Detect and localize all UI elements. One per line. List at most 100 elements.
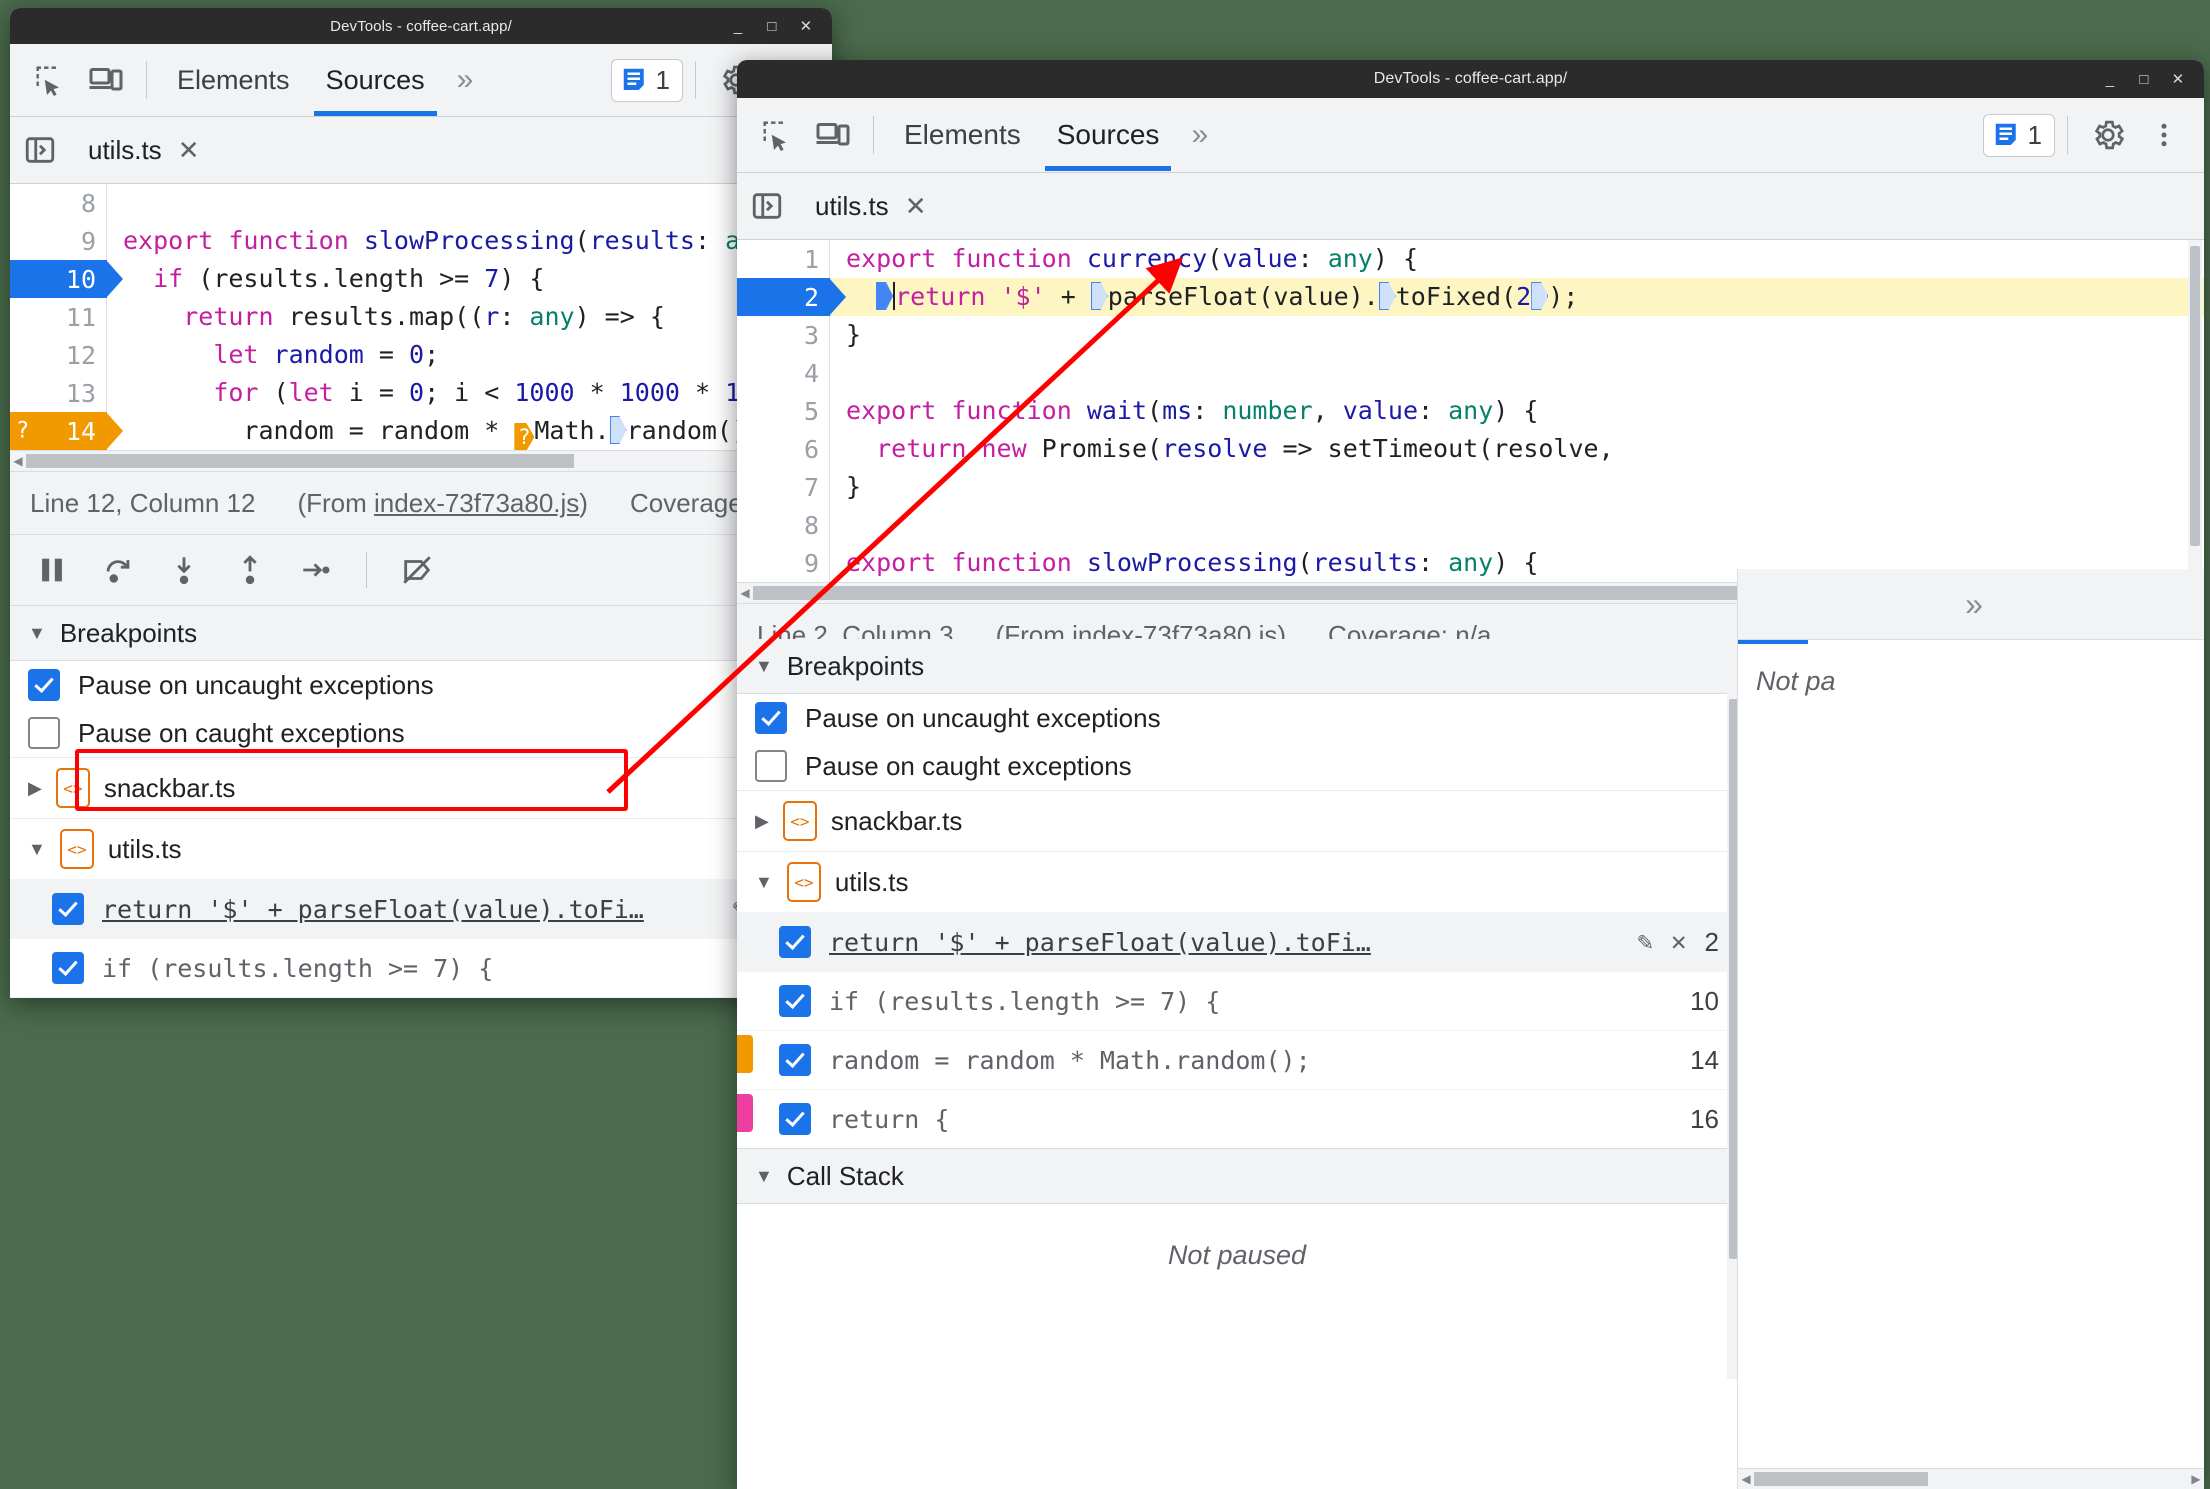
breakpoint-snippet[interactable]: random = random * Math.random(); (829, 1046, 1672, 1075)
breakpoint-row[interactable]: if (results.length >= 7) { 10 (10, 938, 832, 997)
code-text[interactable]: } (830, 468, 2204, 506)
call-stack-pane-header-front[interactable]: ▼ Call Stack (737, 1148, 1737, 1204)
code-text[interactable] (830, 354, 2204, 392)
pause-caught-row[interactable]: Pause on caught exceptions (737, 742, 1737, 790)
step-over-icon[interactable] (94, 546, 142, 594)
chevron-down-icon[interactable]: ▼ (755, 1166, 773, 1187)
pause-uncaught-row[interactable]: Pause on uncaught exceptions (10, 661, 832, 709)
code-text[interactable] (107, 184, 832, 222)
inspect-element-icon[interactable] (22, 52, 78, 108)
editor-horizontal-scrollbar-back[interactable]: ◀ (10, 450, 832, 471)
gutter-line-number[interactable]: 13 (10, 374, 107, 412)
step-into-icon[interactable] (160, 546, 208, 594)
edit-breakpoint-icon[interactable]: ✎ (1637, 927, 1653, 957)
breakpoint-row[interactable]: return '$' + parseFloat(value).toFi… ✎ ✕… (737, 912, 1737, 971)
code-editor-back[interactable]: 8 9 export function slowProcessing(result… (10, 184, 832, 450)
gutter-line-number[interactable]: 12 (10, 336, 107, 374)
code-text[interactable]: export function wait(ms: number, value: … (830, 392, 2204, 430)
breakpoint-row[interactable]: return '$' + parseFloat(value).toFi… ✎ ✕… (10, 879, 832, 938)
gutter-line-number[interactable]: 11 (10, 298, 107, 336)
file-tab-close-icon[interactable]: ✕ (178, 135, 200, 166)
maximize-icon[interactable]: □ (764, 19, 780, 34)
breakpoint-row[interactable]: random = random * Math.random(); 14 (10, 997, 832, 998)
file-tab-close-icon[interactable]: ✕ (905, 191, 927, 222)
minimize-icon[interactable]: _ (730, 19, 746, 34)
breakpoint-row[interactable]: return { 16 (737, 1089, 1737, 1148)
scroll-left-icon[interactable]: ◀ (1738, 1472, 1754, 1486)
code-editor-front[interactable]: 1 export function currency(value: any) { … (737, 240, 2204, 582)
chevron-down-icon[interactable]: ▼ (28, 839, 46, 860)
pause-caught-checkbox[interactable] (755, 750, 787, 782)
code-text[interactable]: } (830, 316, 2204, 354)
close-icon[interactable]: ✕ (2170, 72, 2186, 87)
breakpoint-snippet[interactable]: return '$' + parseFloat(value).toFi… (829, 928, 1619, 957)
pause-caught-checkbox[interactable] (28, 717, 60, 749)
breakpoint-group-utils[interactable]: ▼ <> utils.ts (737, 851, 1737, 912)
tab-sources[interactable]: Sources (308, 44, 443, 116)
gutter-line-number[interactable]: 6 (737, 430, 830, 468)
gutter-line-number-breakpoint[interactable]: 2 (737, 278, 846, 316)
chevron-right-icon[interactable]: ▶ (755, 811, 769, 832)
breakpoints-pane-header-front[interactable]: ▼ Breakpoints (737, 639, 1737, 694)
gutter-line-number[interactable]: 9 (737, 544, 830, 582)
gutter-line-number-breakpoint[interactable]: 10 (10, 260, 123, 298)
code-text[interactable]: export function currency(value: any) { (830, 240, 2204, 278)
gutter-line-number[interactable]: 3 (737, 316, 830, 354)
file-tab-utils-ts[interactable]: utils.ts ✕ (70, 135, 217, 166)
more-tabs-icon[interactable]: » (1177, 118, 1217, 152)
scroll-left-icon[interactable]: ◀ (10, 454, 26, 468)
code-text[interactable]: for (let i = 0; i < 1000 * 1000 * 10; i (107, 374, 832, 412)
show-navigator-icon[interactable] (10, 133, 70, 167)
kebab-menu-icon[interactable] (2136, 107, 2192, 163)
breakpoint-snippet[interactable]: if (results.length >= 7) { (102, 954, 767, 983)
issues-button[interactable]: 1 (1982, 113, 2055, 157)
right-pane-horizontal-scrollbar[interactable]: ◀ ▶ (1738, 1468, 2204, 1489)
source-file-link[interactable]: index-73f73a80.js (374, 488, 579, 518)
code-text[interactable]: let random = 0; (107, 336, 832, 374)
gutter-line-number[interactable]: 1 (737, 240, 830, 278)
scroll-right-icon[interactable]: ▶ (2188, 1472, 2204, 1486)
breakpoints-pane-header-back[interactable]: ▼ Breakpoints (10, 606, 832, 661)
tab-sources[interactable]: Sources (1039, 99, 1178, 171)
pause-uncaught-checkbox[interactable] (28, 669, 60, 701)
code-text[interactable]: random = random * ? Math. random(); (107, 412, 832, 450)
gutter-line-number[interactable]: 8 (10, 184, 107, 222)
step-icon[interactable] (292, 546, 340, 594)
chevron-right-icon[interactable]: ▶ (28, 778, 42, 799)
remove-breakpoint-icon[interactable]: ✕ (1671, 927, 1687, 957)
code-text[interactable]: export function slowProcessing(results: … (107, 222, 832, 260)
breakpoint-checkbox[interactable] (52, 893, 84, 925)
breakpoint-group-snackbar[interactable]: ▶ <> snackbar.ts (10, 757, 832, 818)
gutter-line-number[interactable]: 8 (737, 506, 830, 544)
devtools-window-front[interactable]: DevTools - coffee-cart.app/ _ □ ✕ Elemen… (737, 60, 2204, 1489)
resume-pause-icon[interactable] (28, 546, 76, 594)
chevron-down-icon[interactable]: ▼ (755, 872, 773, 893)
breakpoint-snippet[interactable]: return { (829, 1105, 1672, 1134)
code-text[interactable] (830, 506, 2204, 544)
file-tab-utils-ts[interactable]: utils.ts ✕ (797, 191, 944, 222)
devtools-window-back[interactable]: DevTools - coffee-cart.app/ _ □ ✕ Elemen… (10, 8, 832, 998)
gear-icon[interactable] (2080, 107, 2136, 163)
gutter-line-number-breakpoint[interactable]: ? 14 (10, 412, 123, 450)
breakpoint-checkbox[interactable] (52, 952, 84, 984)
deactivate-breakpoints-icon[interactable] (393, 546, 441, 594)
gutter-line-number[interactable]: 7 (737, 468, 830, 506)
pause-uncaught-row[interactable]: Pause on uncaught exceptions (737, 694, 1737, 742)
breakpoint-checkbox[interactable] (779, 926, 811, 958)
breakpoint-snippet[interactable]: return '$' + parseFloat(value).toFi… (102, 895, 714, 924)
code-text[interactable]: return '$' + parseFloat(value). toFixed(2… (830, 278, 2204, 316)
scrollbar-track[interactable] (26, 454, 832, 468)
pause-uncaught-checkbox[interactable] (755, 702, 787, 734)
breakpoint-group-snackbar[interactable]: ▶ <> snackbar.ts (737, 790, 1737, 851)
breakpoint-snippet[interactable]: if (results.length >= 7) { (829, 987, 1672, 1016)
inspect-element-icon[interactable] (749, 107, 805, 163)
more-tabs-icon[interactable]: » (443, 63, 483, 97)
scrollbar-thumb[interactable] (26, 454, 575, 468)
editor-vertical-scrollbar-front[interactable] (2188, 240, 2202, 582)
breakpoint-checkbox[interactable] (779, 1103, 811, 1135)
right-pane-overflow-header[interactable]: » (1738, 569, 2204, 640)
scroll-left-icon[interactable]: ◀ (737, 586, 753, 600)
chevron-down-icon[interactable]: ▼ (755, 656, 773, 677)
pause-caught-row[interactable]: Pause on caught exceptions (10, 709, 832, 757)
scrollbar-track[interactable] (1754, 1472, 2188, 1486)
